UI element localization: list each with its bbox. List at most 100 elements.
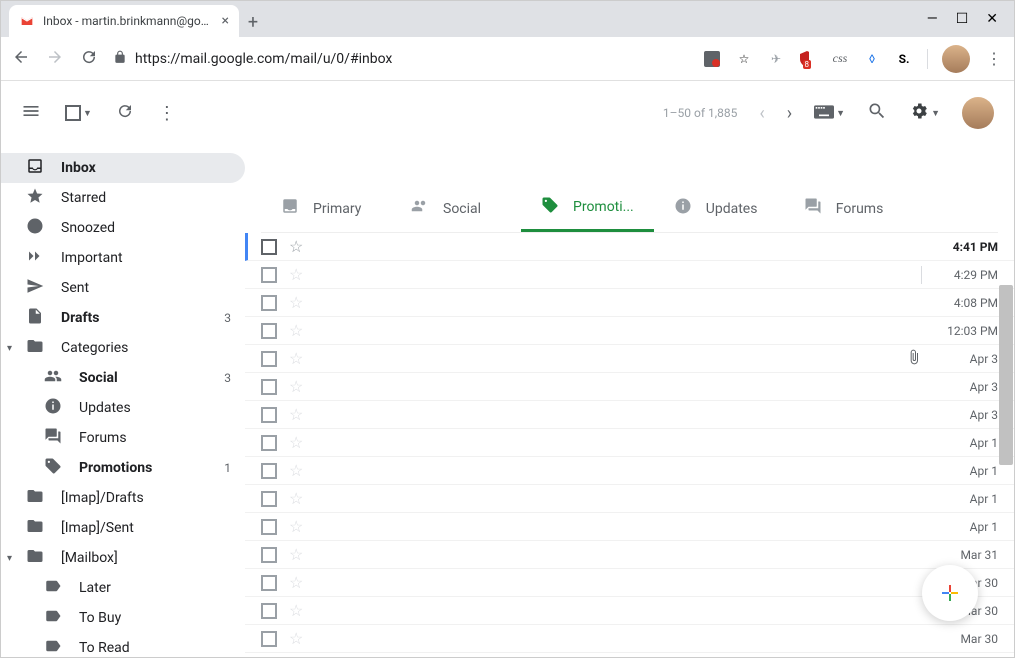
- sidebar-item-categories[interactable]: ▾Categories: [1, 333, 245, 363]
- mail-checkbox[interactable]: [261, 267, 277, 283]
- sidebar-item--imap-drafts[interactable]: [Imap]/Drafts: [1, 483, 245, 513]
- star-icon[interactable]: ☆: [289, 349, 303, 368]
- close-window-icon[interactable]: ✕: [986, 11, 998, 27]
- mail-row[interactable]: ☆12:03 PM: [245, 317, 1014, 345]
- mail-row[interactable]: ☆Mar 30: [245, 597, 1014, 625]
- sidebar-item-updates[interactable]: Updates: [1, 393, 245, 423]
- reload-icon[interactable]: [79, 48, 99, 70]
- mail-checkbox[interactable]: [261, 379, 277, 395]
- mail-row[interactable]: ☆Apr 1: [245, 513, 1014, 541]
- sidebar-item-important[interactable]: Important: [1, 243, 245, 273]
- mail-time: Mar 31: [934, 548, 998, 562]
- mail-checkbox[interactable]: [261, 407, 277, 423]
- scrollbar[interactable]: [999, 285, 1013, 465]
- mail-checkbox[interactable]: [261, 631, 277, 647]
- url-field[interactable]: https://mail.google.com/mail/u/0/#inbox: [113, 50, 689, 68]
- tab-close-icon[interactable]: ×: [222, 13, 229, 29]
- mail-row[interactable]: ☆Apr 3: [245, 373, 1014, 401]
- extension-icon[interactable]: ✈: [767, 50, 785, 68]
- star-icon[interactable]: ☆: [289, 601, 303, 620]
- sidebar-item-social[interactable]: Social3: [1, 363, 245, 393]
- tab-updates[interactable]: Updates: [654, 185, 784, 232]
- mail-row[interactable]: ☆Apr 3: [245, 401, 1014, 429]
- mail-row[interactable]: ☆4:29 PM: [245, 261, 1014, 289]
- tab-promoti[interactable]: Promoti...: [521, 185, 654, 232]
- css-icon[interactable]: css: [831, 50, 849, 68]
- mail-row[interactable]: ☆ Mar 31: [245, 541, 1014, 569]
- category-tabs: PrimarySocialPromoti...UpdatesForums: [261, 185, 998, 233]
- compose-button[interactable]: [922, 565, 978, 621]
- star-icon[interactable]: ☆: [289, 405, 303, 424]
- tab-primary[interactable]: Primary: [261, 185, 391, 232]
- star-icon[interactable]: ☆: [289, 573, 303, 592]
- star-icon[interactable]: ☆: [289, 377, 303, 396]
- mail-row[interactable]: ☆Apr 1: [245, 429, 1014, 457]
- star-icon[interactable]: ☆: [289, 461, 303, 480]
- mail-row[interactable]: ☆Mar 30: [245, 625, 1014, 653]
- mail-checkbox[interactable]: [261, 519, 277, 535]
- profile-avatar[interactable]: [942, 45, 970, 73]
- mail-row[interactable]: ☆4:41 PM: [245, 233, 1014, 261]
- mail-checkbox[interactable]: [261, 323, 277, 339]
- account-avatar[interactable]: [962, 97, 994, 129]
- settings-button[interactable]: ▼: [909, 101, 940, 125]
- search-icon[interactable]: [867, 101, 887, 126]
- mail-row[interactable]: ☆Apr 1: [245, 485, 1014, 513]
- extension-icon[interactable]: S.: [895, 50, 913, 68]
- sidebar-item-starred[interactable]: Starred: [1, 183, 245, 213]
- minimize-icon[interactable]: —: [927, 11, 938, 27]
- next-page-icon[interactable]: ›: [787, 103, 792, 124]
- mail-checkbox[interactable]: [261, 435, 277, 451]
- star-icon[interactable]: ☆: [289, 265, 303, 284]
- menu-icon[interactable]: ⋮: [984, 49, 1004, 68]
- star-icon[interactable]: ☆: [289, 321, 303, 340]
- sidebar-item-promotions[interactable]: Promotions1: [1, 453, 245, 483]
- mail-checkbox[interactable]: [261, 575, 277, 591]
- forward-icon[interactable]: [45, 48, 65, 70]
- mail-row[interactable]: ☆Mar 30: [245, 569, 1014, 597]
- sidebar-item--mailbox-[interactable]: ▾[Mailbox]: [1, 543, 245, 573]
- extension-icon[interactable]: [703, 50, 721, 68]
- sidebar-item-to-read[interactable]: To Read: [1, 633, 245, 657]
- more-icon[interactable]: ⋮: [158, 103, 176, 124]
- mail-checkbox[interactable]: [261, 547, 277, 563]
- sidebar-item-to-buy[interactable]: To Buy: [1, 603, 245, 633]
- mail-checkbox[interactable]: [261, 295, 277, 311]
- hamburger-icon[interactable]: [21, 101, 41, 126]
- tab-social[interactable]: Social: [391, 185, 521, 232]
- mail-checkbox[interactable]: [261, 463, 277, 479]
- sidebar-item--imap-sent[interactable]: [Imap]/Sent: [1, 513, 245, 543]
- sidebar-item-forums[interactable]: Forums: [1, 423, 245, 453]
- tab-forums[interactable]: Forums: [784, 185, 914, 232]
- new-tab-button[interactable]: +: [239, 12, 267, 37]
- select-all-checkbox[interactable]: ▼: [65, 105, 92, 121]
- mail-row[interactable]: ☆4:08 PM: [245, 289, 1014, 317]
- mail-row[interactable]: ☆Apr 1: [245, 457, 1014, 485]
- star-icon[interactable]: ☆: [289, 517, 303, 536]
- star-icon[interactable]: ☆: [289, 629, 303, 648]
- star-icon[interactable]: ☆: [289, 237, 303, 256]
- mail-checkbox[interactable]: [261, 491, 277, 507]
- maximize-icon[interactable]: ☐: [956, 11, 969, 27]
- browser-tab[interactable]: Inbox - martin.brinkmann@goog ×: [9, 5, 239, 37]
- stylus-icon[interactable]: ◊: [863, 50, 881, 68]
- ublock-icon[interactable]: 8: [799, 50, 817, 68]
- input-tools[interactable]: ▼: [814, 104, 845, 123]
- sidebar-item-later[interactable]: Later: [1, 573, 245, 603]
- star-icon[interactable]: ☆: [289, 489, 303, 508]
- sidebar-item-sent[interactable]: Sent: [1, 273, 245, 303]
- mail-checkbox[interactable]: [261, 603, 277, 619]
- star-icon[interactable]: ☆: [289, 293, 303, 312]
- prev-page-icon[interactable]: ‹: [759, 103, 764, 124]
- star-icon[interactable]: ☆: [289, 433, 303, 452]
- sidebar-item-inbox[interactable]: Inbox: [1, 153, 245, 183]
- mail-row[interactable]: ☆Apr 3: [245, 345, 1014, 373]
- star-icon[interactable]: ☆: [735, 50, 753, 68]
- star-icon[interactable]: ☆: [289, 545, 303, 564]
- sidebar-item-snoozed[interactable]: Snoozed: [1, 213, 245, 243]
- sidebar-item-drafts[interactable]: Drafts3: [1, 303, 245, 333]
- refresh-icon[interactable]: [116, 102, 134, 125]
- mail-checkbox[interactable]: [261, 351, 277, 367]
- mail-checkbox[interactable]: [261, 239, 277, 255]
- back-icon[interactable]: [11, 48, 31, 70]
